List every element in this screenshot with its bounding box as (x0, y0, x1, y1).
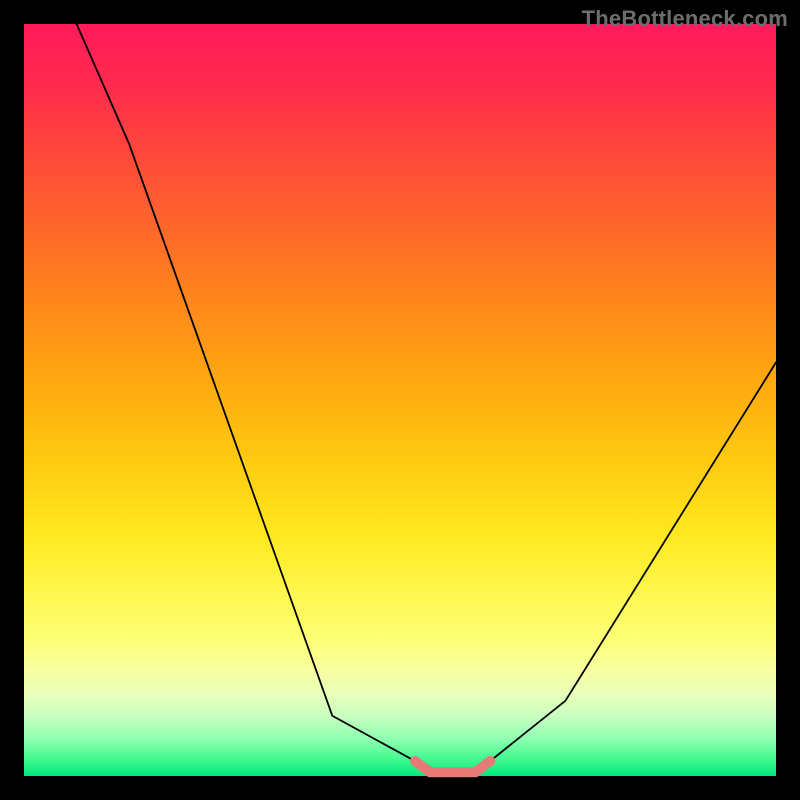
watermark-label: TheBottleneck.com (582, 6, 788, 32)
right-limb-path (490, 362, 776, 761)
left-limb-path (77, 24, 415, 761)
valley-highlight-path (415, 761, 490, 772)
chart-stage: TheBottleneck.com (0, 0, 800, 800)
curve-layer (24, 24, 776, 776)
